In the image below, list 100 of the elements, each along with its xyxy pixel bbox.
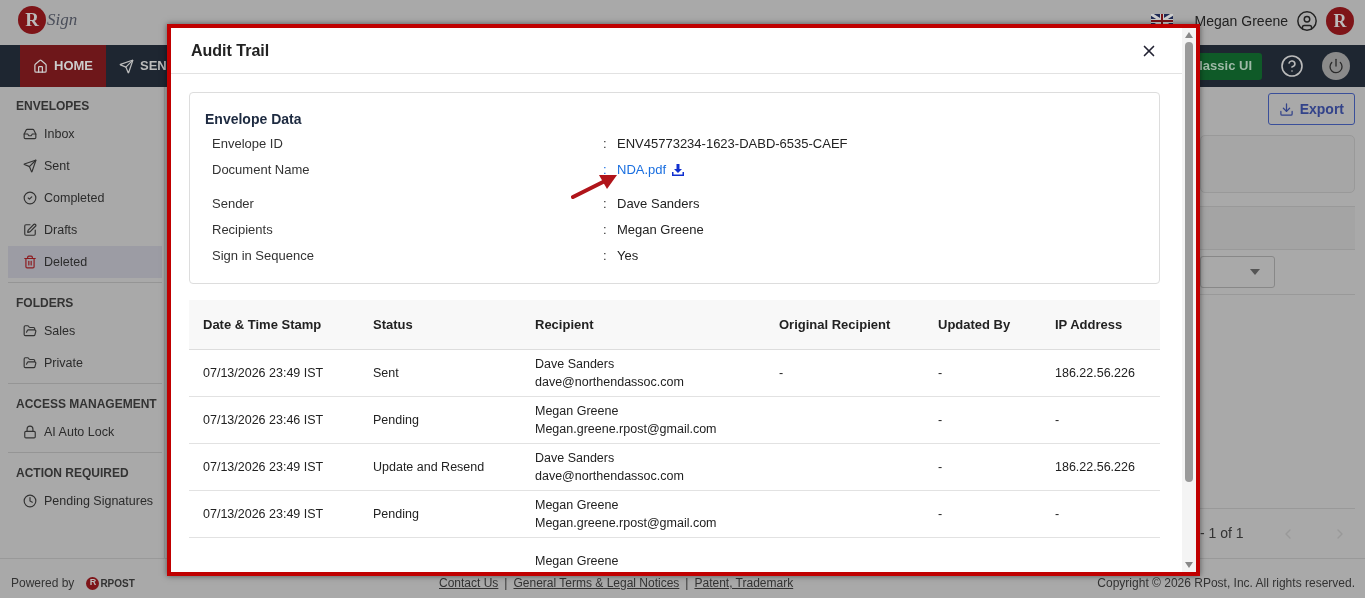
column-header: Recipient — [535, 315, 595, 334]
copyright-text: Copyright © 2026 RPost, Inc. All rights reserved. — [1097, 575, 1355, 592]
sidebar-item[interactable]: Inbox — [8, 118, 162, 150]
sidebar-label: Sales — [44, 322, 76, 340]
dropdown[interactable] — [1200, 256, 1275, 288]
sidebar-item[interactable]: Sent — [8, 150, 162, 182]
check-circle-icon — [23, 191, 37, 205]
sidebar-item[interactable]: Private — [8, 347, 162, 379]
field-value: Megan Greene — [617, 221, 705, 239]
sidebar-item[interactable]: Pending Signatures — [8, 485, 162, 517]
field-colon: : — [603, 161, 608, 179]
table-cell-text: - — [938, 505, 943, 523]
scroll-down-icon[interactable] — [1185, 562, 1193, 568]
download-icon — [1278, 101, 1294, 117]
inbox-icon — [23, 127, 37, 141]
table-cell-text: - — [938, 458, 943, 476]
pencil-square-icon — [23, 223, 37, 237]
sidebar-label: Pending Signatures — [44, 492, 154, 510]
nav-tab[interactable]: HOME — [20, 45, 106, 87]
field-value: ENV45773234-1623-DABD-6535-CAEF — [617, 135, 849, 153]
card-title: Envelope Data — [205, 110, 303, 129]
trash-icon — [23, 255, 37, 269]
sidebar-item[interactable]: Deleted — [8, 246, 162, 278]
recipient-name: Megan Greene — [535, 497, 620, 514]
document-link[interactable]: NDA.pdf — [617, 160, 667, 180]
field-colon: : — [603, 195, 608, 213]
field-colon: : — [603, 221, 608, 239]
sidebar-item[interactable]: AI Auto Lock — [8, 416, 162, 448]
greeting: Megan Greene — [1194, 11, 1288, 31]
sidebar-label: Private — [44, 354, 83, 372]
help-icon[interactable] — [1280, 54, 1304, 78]
recipient-email: dave@northendassoc.com — [535, 374, 685, 391]
paper-plane-icon — [23, 159, 37, 173]
field-label: Sender — [212, 195, 255, 213]
field-label: Recipients — [212, 221, 274, 239]
table-cell-text: - — [938, 411, 943, 429]
sidebar-item[interactable]: Drafts — [8, 214, 162, 246]
avatar[interactable]: R — [1326, 7, 1354, 35]
section-heading: ACCESS MANAGEMENT — [15, 396, 158, 413]
footer-link[interactable]: General Terms & Legal Notices — [513, 574, 680, 592]
brand-logo: R RPOST — [86, 575, 135, 591]
field-colon: : — [603, 135, 608, 153]
section-heading: ACTION REQUIRED — [15, 465, 130, 482]
pointer-arrow — [571, 173, 617, 199]
table-cell-text: Update and Resend — [373, 458, 485, 476]
table-cell-text: - — [1055, 411, 1060, 429]
field-label: Sign in Sequence — [212, 247, 315, 265]
sidebar-label: AI Auto Lock — [44, 423, 115, 441]
recipient-name: Megan Greene — [535, 403, 620, 420]
column-header: Date & Time Stamp — [203, 315, 323, 334]
pagination-text: - 1 of 1 — [1200, 524, 1244, 543]
clock-icon — [23, 494, 37, 508]
sidebar-label: Deleted — [44, 253, 88, 271]
scroll-up-icon[interactable] — [1185, 32, 1193, 38]
field-value: Dave Sanders — [617, 195, 701, 213]
scrollbar[interactable] — [1182, 28, 1196, 572]
table-cell-text: Sent — [373, 364, 399, 382]
nav-tab[interactable]: SEN — [106, 45, 180, 87]
lock-icon — [23, 425, 37, 439]
table-cell-text: 186.22.56.226 — [1055, 458, 1135, 476]
footer-link[interactable]: Contact Us — [439, 574, 499, 592]
field-colon: : — [603, 247, 608, 265]
table-cell-text: - — [938, 364, 943, 382]
recipient-email: Megan.greene.rpost@gmail.com — [535, 421, 718, 438]
recipient-email: Megan.greene.rpost@gmail.com — [535, 515, 718, 532]
field-label: Document Name — [212, 161, 311, 179]
power-button[interactable] — [1322, 52, 1350, 80]
table-cell-text: - — [779, 364, 784, 382]
dialog-title: Audit Trail — [191, 40, 270, 61]
sidebar-label: Sent — [44, 157, 70, 175]
table-cell-text: 186.22.56.226 — [1055, 364, 1135, 382]
footer-link[interactable]: Patent, Trademark — [694, 574, 794, 592]
table-cell-text: Pending — [373, 411, 419, 429]
sidebar-label: Inbox — [44, 125, 75, 143]
column-header: Original Recipient — [779, 315, 892, 334]
table-cell-text: - — [1055, 505, 1060, 523]
column-header: IP Address — [1055, 315, 1124, 334]
section-heading: ENVELOPES — [15, 98, 91, 115]
caret-icon — [1250, 269, 1260, 275]
column-header: Status — [373, 315, 414, 334]
table-cell-text: Pending — [373, 505, 419, 523]
sidebar-label: Drafts — [44, 221, 78, 239]
user-icon[interactable] — [1296, 10, 1318, 32]
column-header: Updated By — [938, 315, 1012, 334]
sidebar-item[interactable]: Sales — [8, 315, 162, 347]
sidebar-item[interactable]: Completed — [8, 182, 162, 214]
folder-icon — [23, 324, 37, 338]
logo: R Sign — [18, 6, 78, 34]
download-icon[interactable] — [672, 163, 685, 176]
paper-plane-icon — [119, 58, 134, 74]
table-cell-text: 07/13/2026 23:49 IST — [203, 505, 324, 523]
sidebar-label: Completed — [44, 189, 105, 207]
section-heading: FOLDERS — [15, 295, 75, 312]
field-label: Envelope ID — [212, 135, 284, 153]
folder-icon — [23, 356, 37, 370]
link-separator: | — [685, 575, 689, 592]
export-button[interactable]: Export — [1267, 93, 1355, 125]
recipient-name: Dave Sanders — [535, 356, 616, 373]
table-cell-text: 07/13/2026 23:49 IST — [203, 364, 324, 382]
powered-by-text: Powered by — [11, 575, 75, 592]
